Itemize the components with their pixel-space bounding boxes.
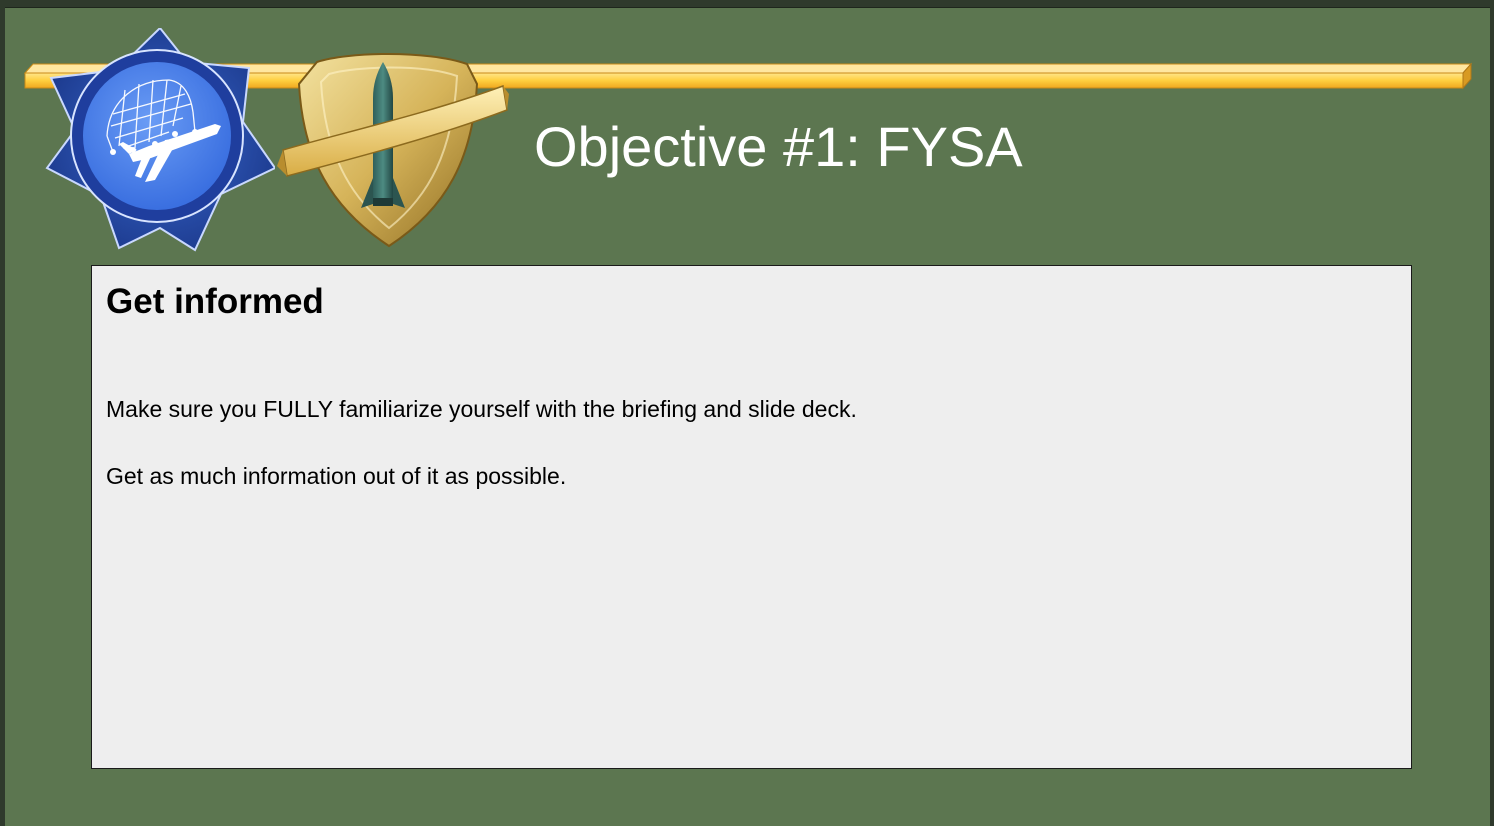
slide-canvas: Objective #1: FYSA Get informed Make sur…	[5, 7, 1490, 826]
net-drone-compass-icon	[45, 28, 275, 252]
panel-paragraph: Make sure you FULLY familiarize yourself…	[106, 396, 857, 422]
panel-paragraph: Get as much information out of it as pos…	[106, 463, 567, 489]
missile-shield-icon	[277, 53, 509, 248]
objective-panel: Get informed Make sure you FULLY familia…	[91, 265, 1412, 769]
panel-heading: Get informed	[106, 282, 324, 321]
slide-title: Objective #1: FYSA	[534, 115, 1023, 178]
